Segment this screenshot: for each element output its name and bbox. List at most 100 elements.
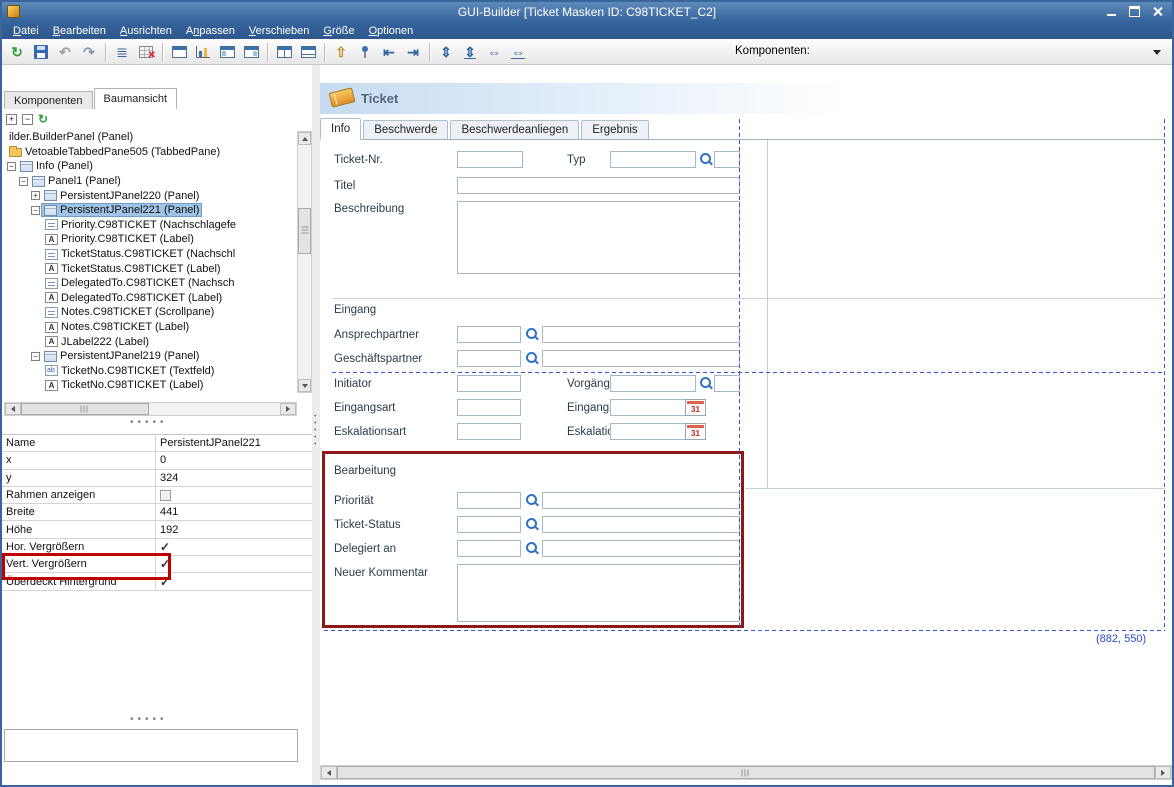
property-value[interactable]: ✓ xyxy=(156,539,312,555)
match-height-all-button[interactable]: ⇕ xyxy=(458,41,482,63)
typ-key-input[interactable] xyxy=(714,151,740,168)
expand-icon[interactable]: + xyxy=(31,191,40,200)
initiator-input[interactable] xyxy=(457,375,521,392)
tree-item[interactable]: TicketStatus.C98TICKET (Label) xyxy=(4,261,296,276)
menu-gre[interactable]: Größe xyxy=(316,24,361,38)
tree-item[interactable]: +PersistentJPanel220 (Panel) xyxy=(4,188,296,203)
collapse-all-button[interactable]: − xyxy=(22,114,33,125)
tree-item[interactable]: Priority.C98TICKET (Nachschlagefe xyxy=(4,218,296,233)
ticket-nr-input[interactable] xyxy=(457,151,523,168)
scroll-right-button[interactable] xyxy=(1155,766,1171,779)
checkbox-icon[interactable] xyxy=(160,490,171,501)
scroll-down-button[interactable] xyxy=(298,379,311,392)
deploy-button[interactable]: ⇧ xyxy=(329,41,353,63)
tree-item[interactable]: −Info (Panel) xyxy=(4,159,296,174)
tree-horizontal-scrollbar[interactable] xyxy=(4,402,297,416)
scrollbar-thumb[interactable] xyxy=(21,403,149,415)
property-value[interactable]: 441 xyxy=(156,504,312,520)
vorgaenger-input[interactable] xyxy=(610,375,696,392)
tree-item[interactable]: DelegatedTo.C98TICKET (Label) xyxy=(4,291,296,306)
redo-button[interactable]: ↷ xyxy=(77,41,101,63)
tree-item[interactable]: −Panel1 (Panel) xyxy=(4,174,296,189)
tree-item[interactable]: −PersistentJPanel219 (Panel) xyxy=(4,349,296,364)
property-value[interactable]: ✓ xyxy=(156,556,312,572)
minimize-icon[interactable] xyxy=(1105,5,1118,18)
match-height-button[interactable]: ⇕ xyxy=(434,41,458,63)
form-window-button[interactable] xyxy=(167,41,191,63)
panel-left-button[interactable] xyxy=(215,41,239,63)
ansprechpartner-lookup-icon[interactable] xyxy=(525,327,539,341)
tab-order-button[interactable]: ≣ xyxy=(110,41,134,63)
undo-button[interactable]: ↶ xyxy=(53,41,77,63)
split-rows-button[interactable] xyxy=(296,41,320,63)
menu-verschieben[interactable]: Verschieben xyxy=(242,24,317,38)
panel-splitter[interactable] xyxy=(312,65,320,785)
property-value[interactable] xyxy=(156,487,312,503)
splitter-handle[interactable] xyxy=(130,419,190,427)
check-icon[interactable]: ✓ xyxy=(160,576,170,588)
scrollbar-thumb[interactable] xyxy=(298,208,311,254)
tree-item[interactable]: −PersistentJPanel221 (Panel) xyxy=(4,203,296,218)
delete-component-button[interactable] xyxy=(134,41,158,63)
check-icon[interactable]: ✓ xyxy=(160,558,170,570)
eingang-calendar-button[interactable]: 31 xyxy=(685,399,706,416)
tab-baumansicht[interactable]: Baumansicht xyxy=(94,88,178,109)
collapse-icon[interactable]: − xyxy=(19,177,28,186)
typ-input[interactable] xyxy=(610,151,696,168)
tree-item[interactable]: ilder.BuilderPanel (Panel) xyxy=(4,130,296,145)
collapse-icon[interactable]: − xyxy=(31,206,40,215)
refresh-button[interactable]: ↻ xyxy=(5,41,29,63)
save-button[interactable] xyxy=(29,41,53,63)
close-icon[interactable] xyxy=(1151,5,1164,18)
panel-right-button[interactable] xyxy=(239,41,263,63)
move-left-button[interactable]: ⇤ xyxy=(377,41,401,63)
scroll-left-button[interactable] xyxy=(5,403,21,415)
title-bar[interactable]: GUI-Builder [Ticket Masken ID: C98TICKET… xyxy=(2,2,1172,22)
tree-item[interactable]: Priority.C98TICKET (Label) xyxy=(4,232,296,247)
scrollbar-thumb[interactable] xyxy=(337,766,1155,779)
geschaeftspartner-name-input[interactable] xyxy=(542,350,740,367)
eingang-date-input[interactable] xyxy=(610,399,686,416)
expand-all-button[interactable]: + xyxy=(6,114,17,125)
property-value[interactable]: ✓ xyxy=(156,573,312,589)
geschaeftspartner-lookup-icon[interactable] xyxy=(525,351,539,365)
collapse-icon[interactable]: − xyxy=(31,352,40,361)
tree-item[interactable]: Notes.C98TICKET (Label) xyxy=(4,320,296,335)
form-horizontal-scrollbar[interactable] xyxy=(320,765,1172,780)
vorgaenger-lookup-icon[interactable] xyxy=(699,376,713,390)
property-value[interactable]: 192 xyxy=(156,521,312,537)
components-dropdown[interactable] xyxy=(1148,43,1166,61)
tree-item[interactable]: VetoableTabbedPane505 (TabbedPane) xyxy=(4,145,296,160)
geschaeftspartner-code-input[interactable] xyxy=(457,350,521,367)
scroll-right-button[interactable] xyxy=(280,403,296,415)
scroll-left-button[interactable] xyxy=(321,766,337,779)
tree-item[interactable]: TicketStatus.C98TICKET (Nachschl xyxy=(4,247,296,262)
chart-button[interactable] xyxy=(191,41,215,63)
splitter-handle[interactable] xyxy=(130,716,190,724)
refresh-tree-button[interactable]: ↻ xyxy=(38,112,48,126)
maximize-icon[interactable] xyxy=(1128,5,1141,18)
eskalationsart-input[interactable] xyxy=(457,423,521,440)
scroll-up-button[interactable] xyxy=(298,132,311,145)
menu-ausrichten[interactable]: Ausrichten xyxy=(113,24,179,38)
typ-lookup-icon[interactable] xyxy=(699,152,713,166)
check-icon[interactable]: ✓ xyxy=(160,541,170,553)
pin-button[interactable] xyxy=(353,41,377,63)
eskalation-date-input[interactable] xyxy=(610,423,686,440)
match-width-button[interactable]: ⇔ xyxy=(482,41,506,63)
move-right-button[interactable]: ⇥ xyxy=(401,41,425,63)
property-value[interactable]: 0 xyxy=(156,452,312,468)
menu-anpassen[interactable]: Anpassen xyxy=(179,24,242,38)
split-columns-button[interactable] xyxy=(272,41,296,63)
property-value[interactable]: PersistentJPanel221 xyxy=(156,435,312,451)
property-value[interactable]: 324 xyxy=(156,470,312,486)
ansprechpartner-code-input[interactable] xyxy=(457,326,521,343)
collapse-icon[interactable]: − xyxy=(7,162,16,171)
titel-input[interactable] xyxy=(457,177,740,194)
tree-item[interactable]: TicketNo.C98TICKET (Label) xyxy=(4,378,296,393)
scrollbar-track[interactable] xyxy=(149,403,280,415)
form-tab-ergebnis[interactable]: Ergebnis xyxy=(581,120,648,139)
eingangsart-input[interactable] xyxy=(457,399,521,416)
tab-komponenten[interactable]: Komponenten xyxy=(4,91,93,109)
form-tab-beschwerdeanliegen[interactable]: Beschwerdeanliegen xyxy=(450,120,579,139)
